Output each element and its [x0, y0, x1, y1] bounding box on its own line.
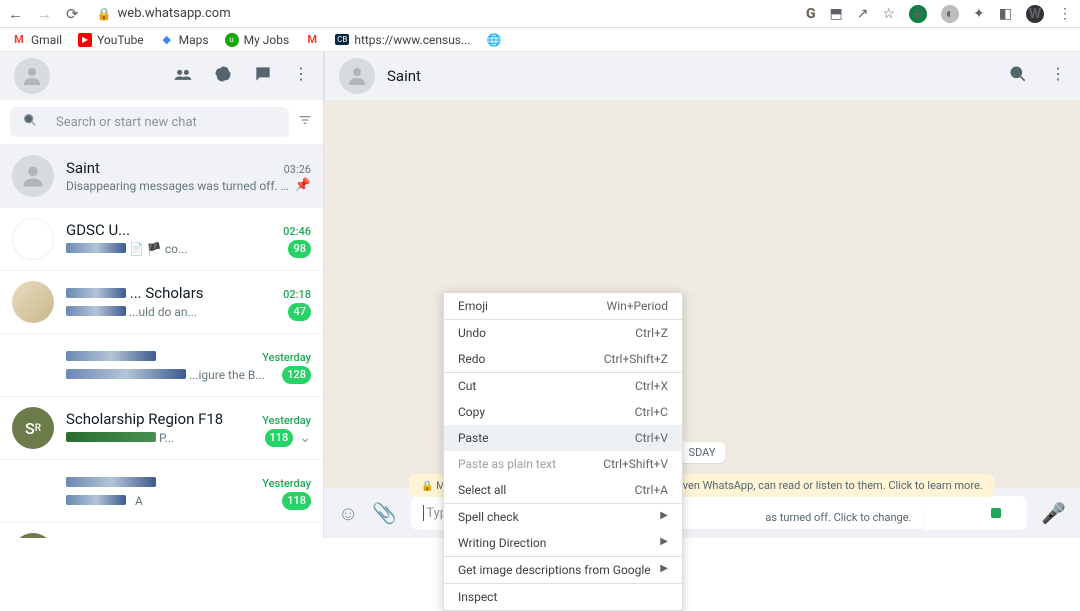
emoji-icon[interactable]: ☺ — [338, 501, 358, 526]
ctx-copy[interactable]: CopyCtrl+C — [444, 399, 682, 425]
google-icon[interactable]: G — [806, 6, 816, 22]
upwork-icon: u — [225, 33, 239, 47]
gmail-icon: M — [305, 33, 319, 47]
search-chat-icon[interactable] — [1008, 64, 1028, 88]
ctx-emoji[interactable]: EmojiWin+Period — [444, 293, 682, 319]
bookmark-youtube[interactable]: ▶YouTube — [78, 33, 144, 47]
pin-icon: 📌 — [295, 178, 311, 193]
profile-avatar-icon[interactable]: W — [1026, 5, 1044, 23]
chat-sidebar: ⋮ Search or start new chat Saint03:26 Di… — [0, 52, 324, 538]
indicator-icon — [991, 508, 1001, 518]
bookmarks-bar: MGmail ▶YouTube ◆Maps uMy Jobs M CBhttps… — [0, 28, 1080, 52]
chevron-right-icon: ▶ — [660, 536, 668, 550]
cb-icon: CB — [335, 34, 349, 45]
ctx-inspect[interactable]: Inspect — [444, 584, 682, 610]
gmail-icon: M — [12, 33, 26, 47]
bookmark-gmail[interactable]: MGmail — [12, 33, 62, 47]
sidebar-header: ⋮ — [0, 52, 323, 100]
panel-icon[interactable]: ◧ — [999, 6, 1012, 22]
contact-name[interactable]: Saint — [387, 67, 421, 85]
back-button[interactable]: ← — [8, 5, 23, 23]
globe-icon: 🌐 — [487, 33, 502, 47]
communities-icon[interactable] — [173, 64, 193, 88]
unread-badge: 118 — [282, 492, 311, 510]
filter-icon[interactable] — [297, 112, 313, 132]
date-pill: SDAY — [679, 442, 726, 463]
search-icon — [22, 112, 38, 132]
chat-item-5[interactable]: Yesterday A118 — [0, 460, 323, 523]
context-menu: EmojiWin+PeriodUndoCtrl+ZRedoCtrl+Shift+… — [443, 292, 683, 611]
chat-item-scholars[interactable]: ... Scholars02:18 ...uld do an...47 — [0, 271, 323, 334]
forward-button[interactable]: → — [37, 5, 52, 23]
share-icon[interactable]: ↗ — [857, 6, 869, 22]
chat-item-gdsc[interactable]: GDSC U...02:46 📄 🏴 co...98 — [0, 208, 323, 271]
url-text: web.whatsapp.com — [118, 6, 231, 21]
extension-1-icon[interactable]: ⊕ — [909, 5, 927, 23]
text-caret — [423, 505, 424, 521]
search-placeholder: Search or start new chat — [56, 115, 197, 130]
menu-icon[interactable]: ⋮ — [293, 64, 309, 88]
ctx-writing-direction[interactable]: Writing Direction▶ — [444, 530, 682, 556]
bookmark-maps[interactable]: ◆Maps — [160, 33, 209, 47]
avatar-icon — [12, 218, 54, 260]
search-row: Search or start new chat — [0, 100, 323, 145]
chat-item-saint[interactable]: Saint03:26 Disappearing messages was tur… — [0, 145, 323, 208]
avatar-icon: SR — [12, 407, 54, 449]
unread-badge: 47 — [288, 303, 311, 321]
youtube-icon: ▶ — [78, 33, 92, 47]
chat-header: Saint ⋮ — [324, 52, 1080, 100]
avatar-icon — [12, 155, 54, 197]
messages-area: SDAY 🔒 Mess not even WhatsApp, can read … — [324, 100, 1080, 488]
search-input[interactable]: Search or start new chat — [10, 107, 289, 137]
chat-list: Saint03:26 Disappearing messages was tur… — [0, 145, 323, 538]
ctx-cut[interactable]: CutCtrl+X — [444, 373, 682, 399]
bookmark-star-icon[interactable]: ☆ — [882, 6, 895, 22]
chevron-down-icon[interactable]: ⌄ — [299, 430, 311, 446]
browser-toolbar: ← → ⟳ 🔒 web.whatsapp.com G ⬒ ↗ ☆ ⊕ ◐ ✦ ◧… — [0, 0, 1080, 28]
ctx-redo[interactable]: RedoCtrl+Shift+Z — [444, 346, 682, 372]
mic-icon[interactable]: 🎤 — [1041, 501, 1066, 525]
ctx-undo[interactable]: UndoCtrl+Z — [444, 320, 682, 346]
unread-badge: 98 — [288, 240, 311, 258]
new-chat-icon[interactable] — [253, 64, 273, 88]
chat-item-f18[interactable]: SR Scholarship Region F18Yesterday P...1… — [0, 397, 323, 460]
reload-button[interactable]: ⟳ — [66, 5, 79, 23]
bookmark-globe[interactable]: 🌐 — [487, 33, 502, 47]
lock-icon: 🔒 — [97, 7, 112, 21]
status-icon[interactable] — [213, 64, 233, 88]
bookmark-gmail2[interactable]: M — [305, 33, 319, 47]
avatar-icon — [12, 281, 54, 323]
my-avatar[interactable] — [14, 58, 50, 94]
chat-menu-icon[interactable]: ⋮ — [1050, 64, 1066, 88]
chat-main: Saint ⋮ SDAY 🔒 Mess not even WhatsApp, c… — [324, 52, 1080, 538]
ctx-paste-as-plain-text: Paste as plain textCtrl+Shift+V — [444, 451, 682, 477]
chevron-right-icon: ▶ — [660, 563, 668, 577]
kebab-menu-icon[interactable]: ⋮ — [1058, 6, 1072, 22]
install-icon[interactable]: ⬒ — [830, 6, 843, 22]
chevron-right-icon: ▶ — [660, 510, 668, 524]
extensions-icon[interactable]: ✦ — [973, 6, 985, 22]
maps-icon: ◆ — [160, 33, 174, 47]
contact-avatar[interactable] — [339, 58, 375, 94]
bookmark-myjobs[interactable]: uMy Jobs — [225, 33, 290, 47]
chat-item-a38[interactable]: SR Scholarship Region A38Yesterday NNPC-… — [0, 523, 323, 538]
address-bar[interactable]: 🔒 web.whatsapp.com — [97, 6, 231, 21]
unread-badge: 128 — [282, 366, 311, 384]
extension-2-icon[interactable]: ◐ — [941, 5, 959, 23]
avatar-icon — [12, 344, 54, 386]
ctx-select-all[interactable]: Select allCtrl+A — [444, 477, 682, 503]
avatar-icon: SR — [12, 533, 54, 538]
chat-item-3[interactable]: Yesterday ...igure the B...128 — [0, 334, 323, 397]
ctx-spell-check[interactable]: Spell check▶ — [444, 504, 682, 530]
avatar-icon — [12, 470, 54, 512]
bookmark-census[interactable]: CBhttps://www.census... — [335, 33, 470, 47]
unread-badge: 118 — [265, 429, 294, 447]
ctx-get-image-descriptions-from-google[interactable]: Get image descriptions from Google▶ — [444, 557, 682, 583]
attach-icon[interactable]: 📎 — [372, 501, 397, 525]
ctx-paste[interactable]: PasteCtrl+V — [444, 425, 682, 451]
